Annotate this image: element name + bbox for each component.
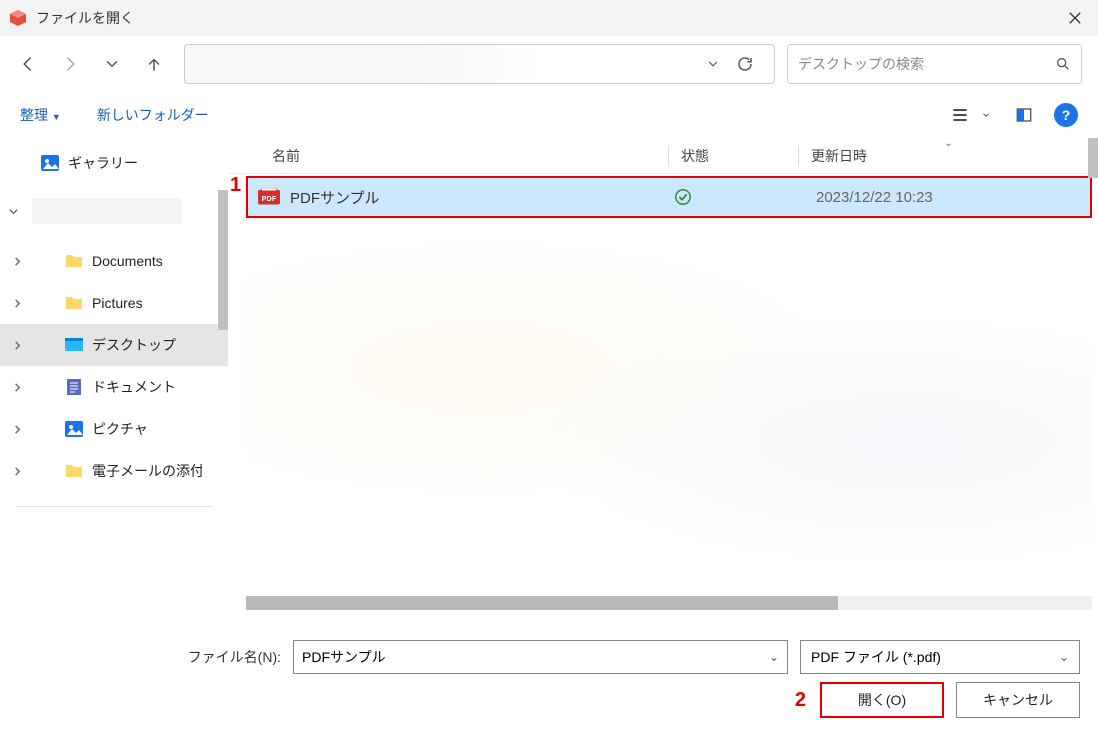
chevron-right-icon[interactable]: [12, 424, 28, 435]
column-status[interactable]: 状態: [668, 146, 798, 166]
file-name: PDFサンプル: [290, 187, 674, 208]
file-row[interactable]: PDF PDFサンプル 2023/12/22 10:23: [246, 176, 1092, 218]
filename-label: ファイル名(N):: [188, 647, 281, 667]
window-title: ファイルを開く: [36, 8, 134, 28]
pdf-icon: PDF: [258, 188, 280, 206]
sidebar-scrollbar[interactable]: [218, 190, 228, 330]
sidebar-divider: [16, 506, 212, 507]
vertical-scrollbar[interactable]: [1088, 138, 1098, 178]
file-date: 2023/12/22 10:23: [804, 189, 1090, 206]
sidebar-blank-parent[interactable]: [0, 190, 228, 232]
sidebar-item-pictures-jp[interactable]: ピクチャ: [0, 408, 228, 450]
pictures-icon: [64, 419, 84, 439]
chevron-right-icon[interactable]: [12, 382, 28, 393]
chevron-right-icon[interactable]: [12, 256, 28, 267]
chevron-right-icon[interactable]: [12, 340, 28, 351]
column-name[interactable]: 名前: [258, 146, 668, 166]
folder-icon: [64, 251, 84, 271]
chevron-right-icon[interactable]: [12, 466, 28, 477]
preview-pane-icon[interactable]: [1006, 97, 1042, 133]
sidebar-item-documents-jp[interactable]: ドキュメント: [0, 366, 228, 408]
sidebar-item-pictures[interactable]: Pictures: [0, 282, 228, 324]
help-button[interactable]: ?: [1054, 103, 1078, 127]
folder-icon: [64, 461, 84, 481]
chevron-down-icon[interactable]: [8, 206, 24, 217]
chevron-right-icon[interactable]: [12, 298, 28, 309]
footer: ファイル名(N): PDFサンプル ⌄ PDF ファイル (*.pdf) ⌄ 2…: [0, 618, 1098, 734]
chevron-down-icon[interactable]: ⌄: [1059, 650, 1069, 664]
empty-area[interactable]: [246, 220, 1092, 590]
recent-dropdown[interactable]: [94, 46, 130, 82]
sidebar-item-email-attach[interactable]: 電子メールの添付: [0, 450, 228, 492]
file-status-icon: [674, 188, 804, 206]
sidebar-item-documents[interactable]: Documents: [0, 240, 228, 282]
app-icon: [8, 8, 28, 28]
annotation-2: 2: [795, 689, 806, 712]
filter-value: PDF ファイル (*.pdf): [811, 647, 1059, 667]
folder-icon: [64, 293, 84, 313]
file-list-body[interactable]: 1 PDF PDFサンプル 2023/12/22 10:23: [228, 174, 1098, 618]
sidebar-item-label: ドキュメント: [92, 377, 176, 397]
titlebar: ファイルを開く: [0, 0, 1098, 36]
address-bar[interactable]: [184, 44, 775, 84]
search-icon[interactable]: [1055, 56, 1071, 72]
blank-item: [32, 198, 182, 224]
desktop-icon: [64, 335, 84, 355]
sidebar-item-label: ピクチャ: [92, 419, 148, 439]
close-button[interactable]: [1052, 0, 1098, 36]
view-menu-icon[interactable]: [942, 97, 978, 133]
sidebar-item-label: Pictures: [92, 295, 143, 311]
cancel-button[interactable]: キャンセル: [956, 682, 1080, 718]
horizontal-scrollbar[interactable]: [246, 596, 1092, 610]
svg-text:PDF: PDF: [262, 194, 277, 203]
organize-menu[interactable]: 整理 ▼: [20, 105, 61, 125]
search-input[interactable]: [798, 56, 1055, 72]
up-button[interactable]: [136, 46, 172, 82]
sidebar-item-label: デスクトップ: [92, 335, 176, 355]
sidebar-item-desktop[interactable]: デスクトップ: [0, 324, 228, 366]
back-button[interactable]: [10, 46, 46, 82]
file-list: 名前 状態 ⌄ 更新日時 1 PDF PDFサンプル 2023/12: [228, 138, 1098, 618]
column-headers: 名前 状態 ⌄ 更新日時: [228, 138, 1098, 174]
sidebar-gallery[interactable]: ギャラリー: [0, 142, 228, 184]
sidebar-item-label: Documents: [92, 253, 163, 269]
column-date[interactable]: ⌄ 更新日時: [798, 146, 1098, 166]
navbar: [0, 36, 1098, 92]
filename-value: PDFサンプル: [302, 647, 769, 667]
document-icon: [64, 377, 84, 397]
toolbar: 整理 ▼ 新しいフォルダー ?: [0, 92, 1098, 138]
search-box[interactable]: [787, 44, 1082, 84]
main-area: ギャラリー Documents: [0, 138, 1098, 618]
file-open-dialog: ファイルを開く: [0, 0, 1098, 734]
forward-button[interactable]: [52, 46, 88, 82]
annotation-1: 1: [230, 174, 241, 197]
sidebar-item-label: 電子メールの添付: [92, 461, 202, 481]
view-menu-caret-icon[interactable]: [978, 97, 994, 133]
filename-combobox[interactable]: PDFサンプル ⌄: [293, 640, 788, 674]
filetype-filter[interactable]: PDF ファイル (*.pdf) ⌄: [800, 640, 1080, 674]
address-chevron-icon[interactable]: [706, 57, 736, 71]
sidebar: ギャラリー Documents: [0, 138, 228, 618]
new-folder-button[interactable]: 新しいフォルダー: [97, 105, 209, 125]
open-button[interactable]: 開く(O): [820, 682, 944, 718]
gallery-icon: [40, 153, 60, 173]
chevron-down-icon[interactable]: ⌄: [769, 650, 779, 664]
refresh-button[interactable]: [736, 55, 766, 73]
sort-indicator-icon: ⌄: [944, 138, 952, 149]
sidebar-item-label: ギャラリー: [68, 153, 138, 173]
